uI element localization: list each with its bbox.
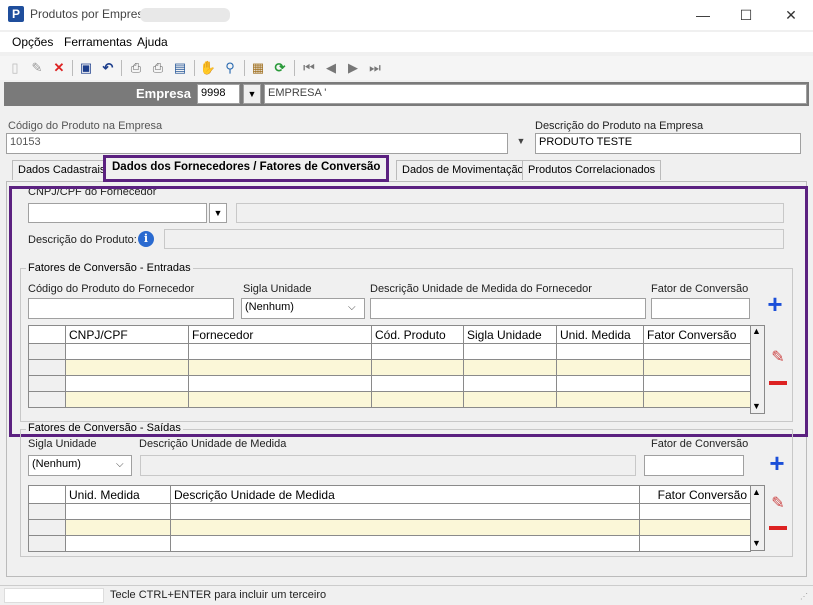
- search-icon[interactable]: ⚲: [221, 59, 239, 77]
- previous-record-icon[interactable]: ◀: [322, 59, 340, 77]
- tab-dados-movimentacao[interactable]: Dados de Movimentação: [396, 160, 530, 180]
- table-row[interactable]: [28, 535, 751, 552]
- saidas-desc-field: [140, 455, 636, 476]
- product-desc-label: Descrição do Produto na Empresa: [535, 120, 704, 132]
- saidas-col-desc[interactable]: Descrição Unidade de Medida: [170, 485, 640, 504]
- saidas-col-unid[interactable]: Unid. Medida: [65, 485, 171, 504]
- delete-icon[interactable]: ✕: [50, 59, 68, 77]
- resize-grip-icon[interactable]: ⋰: [800, 592, 808, 601]
- saidas-fator-label: Fator de Conversão: [651, 438, 749, 450]
- highlight-box: [9, 186, 808, 437]
- maximize-button[interactable]: ☐: [731, 4, 761, 26]
- scroll-down-icon[interactable]: ▼: [752, 538, 761, 548]
- menu-ajuda[interactable]: Ajuda: [137, 35, 168, 49]
- scroll-up-icon[interactable]: ▲: [752, 487, 761, 497]
- toolbar-separator: [194, 60, 195, 76]
- empresa-code-input[interactable]: 9998: [197, 84, 240, 104]
- saidas-grid: Unid. Medida Descrição Unidade de Medida…: [28, 485, 751, 552]
- toolbar-separator: [294, 60, 295, 76]
- print-preview-icon[interactable]: ⎙: [149, 59, 167, 77]
- minimize-button[interactable]: —: [688, 4, 718, 26]
- saidas-fator-input[interactable]: [644, 455, 744, 476]
- saidas-sigla-chevron-down-icon: ⌵: [116, 459, 124, 470]
- empresa-name-field: EMPRESA ': [264, 84, 807, 104]
- menu-opcoes[interactable]: Opções: [12, 35, 53, 49]
- new-icon[interactable]: ▯: [6, 59, 24, 77]
- properties-icon[interactable]: ▦: [249, 59, 267, 77]
- toolbar-separator: [121, 60, 122, 76]
- saidas-remove-button[interactable]: [769, 526, 787, 530]
- first-record-icon[interactable]: ⏮: [300, 59, 318, 77]
- toolbar-separator: [244, 60, 245, 76]
- table-row[interactable]: [28, 503, 751, 520]
- table-row[interactable]: [28, 519, 751, 536]
- status-message: Tecle CTRL+ENTER para incluir um terceir…: [110, 589, 327, 601]
- product-code-dropdown-icon[interactable]: ▼: [512, 136, 530, 152]
- grid-corner: [28, 485, 66, 504]
- last-record-icon[interactable]: ⏭: [366, 59, 384, 77]
- status-blank-panel: [4, 588, 104, 603]
- blurred-title-region: [140, 8, 230, 22]
- empresa-dropdown-button[interactable]: ▼: [243, 84, 261, 104]
- empresa-label: Empresa: [136, 86, 191, 101]
- product-desc-input[interactable]: PRODUTO TESTE: [535, 133, 801, 154]
- app-logo-icon: P: [8, 6, 24, 22]
- close-button[interactable]: ✕: [776, 4, 806, 26]
- undo-icon[interactable]: ↶: [99, 59, 117, 77]
- product-code-input[interactable]: 10153: [6, 133, 508, 154]
- saidas-edit-icon[interactable]: ✎: [767, 493, 789, 515]
- print-icon[interactable]: ⎙: [127, 59, 145, 77]
- saidas-desc-label: Descrição Unidade de Medida: [139, 438, 287, 450]
- menu-ferramentas[interactable]: Ferramentas: [64, 35, 132, 49]
- hand-icon[interactable]: ✋: [199, 59, 217, 77]
- product-code-label: Código do Produto na Empresa: [8, 120, 163, 132]
- next-record-icon[interactable]: ▶: [344, 59, 362, 77]
- save-icon[interactable]: ▣: [77, 59, 95, 77]
- edit-icon[interactable]: ✎: [28, 59, 46, 77]
- window-title: Produtos por Empresa: [30, 7, 151, 21]
- saidas-title: Fatores de Conversão - Saídas: [26, 422, 183, 434]
- saidas-sigla-label: Sigla Unidade: [28, 438, 97, 450]
- tab-dados-cadastrais[interactable]: Dados Cadastrais: [12, 160, 112, 180]
- tab-produtos-correlacionados[interactable]: Produtos Correlacionados: [522, 160, 662, 180]
- toolbar-separator: [72, 60, 73, 76]
- saidas-add-button[interactable]: +: [766, 450, 788, 476]
- saidas-col-fator[interactable]: Fator Conversão: [639, 485, 751, 504]
- refresh-icon[interactable]: ⟳: [271, 59, 289, 77]
- export-icon[interactable]: ▤: [171, 59, 189, 77]
- tab-dados-fornecedores[interactable]: Dados dos Fornecedores / Fatores de Conv…: [103, 155, 390, 182]
